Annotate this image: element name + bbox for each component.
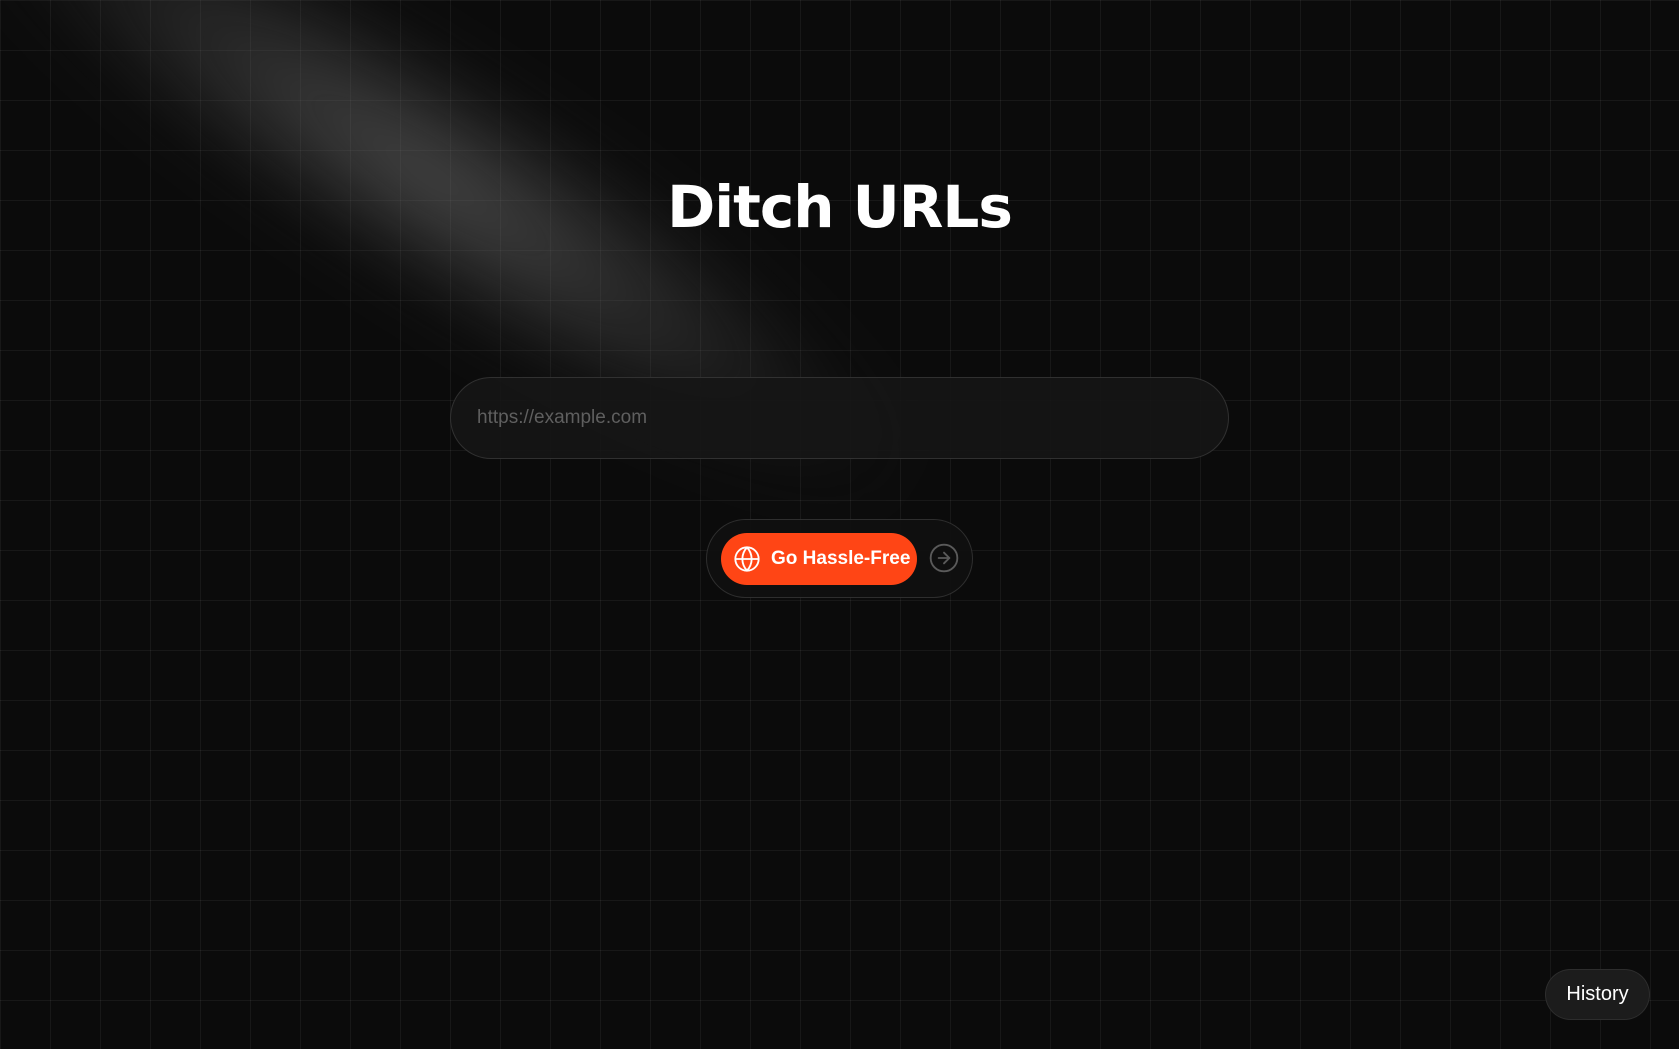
go-hassle-free-label: Go Hassle-Free [771, 548, 911, 569]
page-title: Ditch URLs [667, 173, 1013, 241]
url-input[interactable] [450, 377, 1229, 459]
submit-arrow-button[interactable] [928, 542, 960, 574]
arrow-right-circle-icon [928, 542, 960, 574]
globe-icon [732, 544, 762, 574]
history-button[interactable]: History [1545, 969, 1650, 1020]
action-group: Go Hassle-Free [706, 519, 973, 598]
page: Ditch URLs Go Hassle-Free Hist [0, 0, 1679, 1049]
go-hassle-free-button[interactable]: Go Hassle-Free [721, 533, 917, 585]
